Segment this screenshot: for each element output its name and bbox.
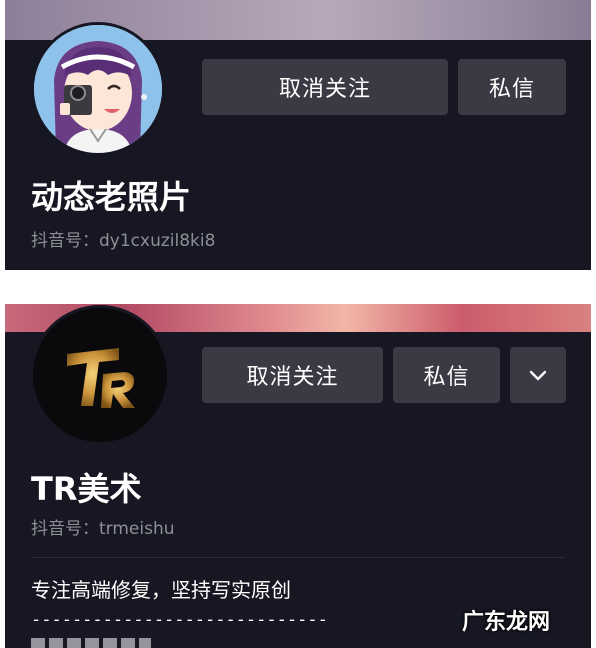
profile-name: 动态老照片 [31, 178, 192, 216]
avatar[interactable] [30, 305, 170, 445]
profile-handle: 抖音号：dy1cxuzil8ki8 [31, 231, 216, 251]
message-button[interactable]: 私信 [458, 59, 566, 115]
message-button-label: 私信 [423, 365, 470, 390]
avatar[interactable] [31, 22, 165, 156]
message-button-label: 私信 [488, 77, 535, 102]
profile-bio-line: 专注高端修复，坚持写实原创 [31, 578, 291, 602]
more-dropdown-button[interactable] [510, 347, 566, 403]
message-button[interactable]: 私信 [393, 347, 500, 403]
unfollow-button-label: 取消关注 [278, 77, 371, 102]
profile-card-1: 取消关注 私信 动态老照片 抖音号：dy1cxuzil8ki8 [5, 0, 591, 270]
profile-handle: 抖音号：trmeishu [31, 519, 175, 539]
avatar-illustration [34, 25, 162, 153]
unfollow-button-label: 取消关注 [246, 365, 339, 390]
watermark: 广东龙网 [462, 609, 551, 635]
divider [31, 557, 565, 558]
unfollow-button[interactable]: 取消关注 [202, 347, 383, 403]
tr-logo [33, 308, 167, 442]
chevron-down-icon [529, 370, 547, 381]
profile-bio-separator: ----------------------------- [31, 610, 328, 630]
profile-bio-cutoff [31, 638, 151, 648]
profile-card-2: 取消关注 私信 TR美术 抖音号：trmeishu 专注高端修复，坚持写实原创 … [5, 304, 591, 648]
profile-name: TR美术 [31, 470, 142, 508]
unfollow-button[interactable]: 取消关注 [202, 59, 448, 115]
